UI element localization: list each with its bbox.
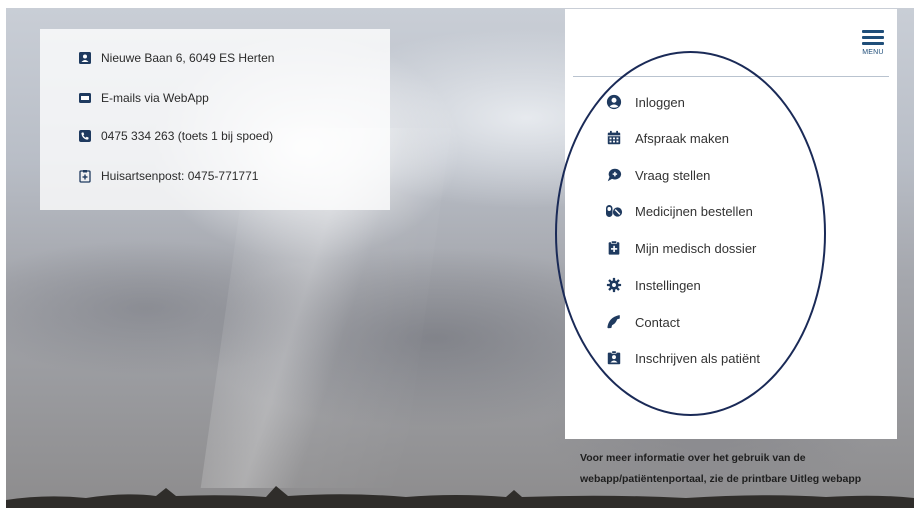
phone-square-icon xyxy=(78,129,92,143)
pills-icon xyxy=(605,202,623,220)
webapp-info-line-1: Voor meer informatie over het gebruik va… xyxy=(580,452,806,464)
menu-item-label: Vraag stellen xyxy=(635,167,711,183)
chat-bubble-icon xyxy=(605,166,623,184)
webapp-info-note: Voor meer informatie over het gebruik va… xyxy=(580,448,900,490)
hamburger-menu-button[interactable]: MENU xyxy=(860,30,886,64)
menu-item-medicijnen-bestellen[interactable]: Medicijnen bestellen xyxy=(605,202,753,220)
webapp-info-line-2: webapp/patiëntenportaal, zie de printbar… xyxy=(580,473,862,485)
address-row: Nieuwe Baan 6, 6049 ES Herten xyxy=(78,51,274,65)
menu-item-label: Mijn medisch dossier xyxy=(635,240,757,256)
menu-item-label: Inloggen xyxy=(635,94,685,110)
address-text: Nieuwe Baan 6, 6049 ES Herten xyxy=(101,51,275,65)
email-text: E-mails via WebApp xyxy=(101,91,209,105)
menu-item-label: Inschrijven als patiënt xyxy=(635,350,761,366)
menu-item-inloggen[interactable]: Inloggen xyxy=(605,93,685,111)
menu-item-instellingen[interactable]: Instellingen xyxy=(605,276,701,294)
hamburger-bar xyxy=(862,30,884,33)
menu-item-vraag-stellen[interactable]: Vraag stellen xyxy=(605,166,710,184)
gear-icon xyxy=(605,276,623,294)
id-badge-icon xyxy=(605,349,623,367)
phone-text: 0475 334 263 (toets 1 bij spoed) xyxy=(101,129,274,143)
phone-row: 0475 334 263 (toets 1 bij spoed) xyxy=(78,129,273,143)
calendar-icon xyxy=(605,129,623,147)
email-row: E-mails via WebApp xyxy=(78,91,209,105)
afterhours-text: Huisartsenpost: 0475-771771 xyxy=(101,169,259,183)
envelope-icon xyxy=(78,91,92,105)
navigation-menu-panel: MENU Inloggen Afspraak maken Vraag stell… xyxy=(565,9,897,439)
menu-item-contact[interactable]: Contact xyxy=(605,313,680,331)
menu-item-label: Instellingen xyxy=(635,277,701,293)
phone-icon xyxy=(605,313,623,331)
menu-item-inschrijven-als-patient[interactable]: Inschrijven als patiënt xyxy=(605,349,760,367)
menu-item-label: Afspraak maken xyxy=(635,130,729,146)
afterhours-row: Huisartsenpost: 0475-771771 xyxy=(78,169,258,183)
menu-item-label: Contact xyxy=(635,314,680,330)
menu-item-label: Medicijnen bestellen xyxy=(635,203,753,219)
clipboard-medical-icon xyxy=(78,169,92,183)
menu-item-mijn-medisch-dossier[interactable]: Mijn medisch dossier xyxy=(605,239,756,257)
contact-info-panel: Nieuwe Baan 6, 6049 ES Herten E-mails vi… xyxy=(40,29,390,210)
hamburger-bar xyxy=(862,42,884,45)
contact-card-icon xyxy=(78,51,92,65)
user-circle-icon xyxy=(605,93,623,111)
menu-divider xyxy=(573,76,889,77)
menu-label: MENU xyxy=(862,49,884,56)
medical-file-icon xyxy=(605,239,623,257)
menu-item-afspraak-maken[interactable]: Afspraak maken xyxy=(605,129,729,147)
hamburger-bar xyxy=(862,36,884,39)
